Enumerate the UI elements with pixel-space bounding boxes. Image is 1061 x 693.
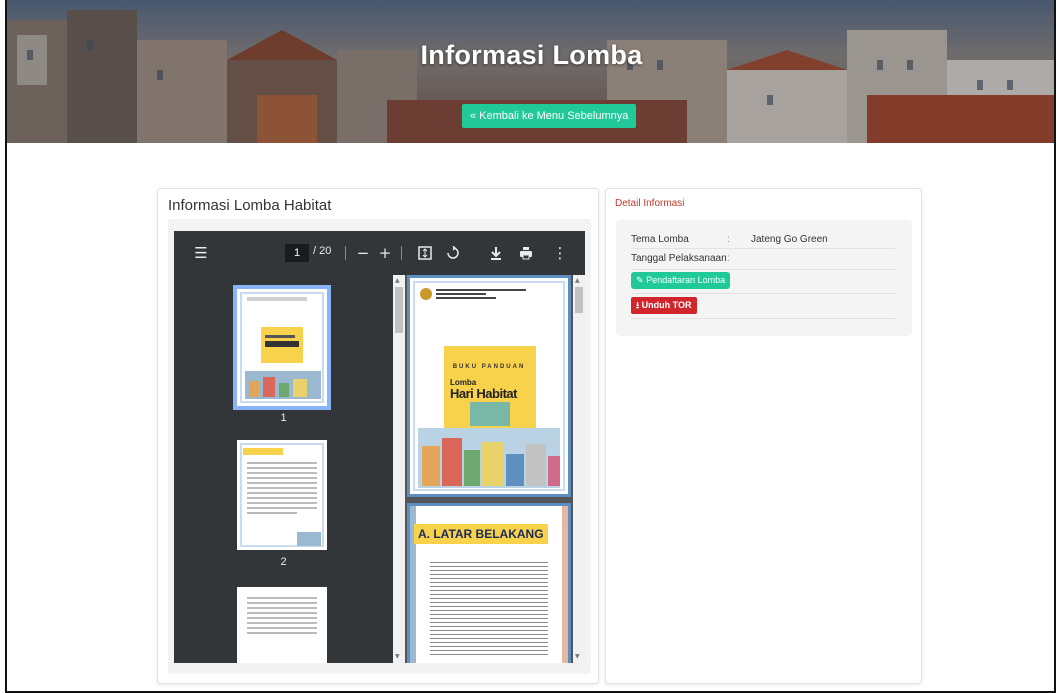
page-total: / 20	[313, 245, 332, 257]
row-colon: :	[727, 253, 730, 264]
page-number-input[interactable]: 1	[285, 244, 309, 262]
pencil-icon: ✎	[636, 275, 644, 285]
page-title: Informasi Lomba	[420, 40, 643, 70]
detail-info-card: Detail Informasi Tema Lomba : Jateng Go …	[605, 188, 922, 684]
pdf-page-1: BUKU PANDUAN Lomba Hari Habitat	[407, 275, 571, 497]
thumbnail-number: 1	[280, 412, 287, 424]
pdf-viewer-container: ☰ 1 / 20 − + ⋮ 1 2 ▲ ▼ BUKU PANDUAN Lomb…	[168, 219, 591, 674]
card-title: Informasi Lomba Habitat	[168, 197, 332, 214]
download-icon[interactable]	[486, 243, 506, 263]
fit-page-icon[interactable]	[415, 243, 435, 263]
detail-row-tema: Tema Lomba : Jateng Go Green	[631, 234, 895, 249]
row-label: Tema Lomba	[631, 234, 689, 245]
row-label: Tanggal Pelaksanaan	[631, 253, 727, 264]
row-value: Jateng Go Green	[751, 234, 828, 245]
pdf-page-2: A. LATAR BELAKANG	[407, 503, 571, 663]
pdf-page-area[interactable]: BUKU PANDUAN Lomba Hari Habitat A. LATAR…	[405, 275, 573, 663]
zoom-in-icon[interactable]: +	[375, 243, 395, 263]
thumbnail-page-3[interactable]	[237, 587, 327, 663]
download-button-label: Unduh TOR	[641, 300, 692, 310]
detail-title: Detail Informasi	[615, 198, 685, 209]
rotate-icon[interactable]	[443, 243, 463, 263]
thumbnail-number: 2	[280, 556, 287, 568]
pdf-viewer[interactable]: ☰ 1 / 20 − + ⋮ 1 2 ▲ ▼ BUKU PANDUAN Lomb…	[174, 231, 585, 663]
print-icon[interactable]	[516, 243, 536, 263]
thumbnail-scrollbar[interactable]: ▲ ▼	[393, 275, 405, 663]
menu-icon[interactable]: ☰	[191, 243, 211, 263]
zoom-out-icon[interactable]: −	[353, 243, 373, 263]
page-scrollbar[interactable]: ▲ ▼	[573, 275, 585, 663]
detail-box: Tema Lomba : Jateng Go Green Tanggal Pel…	[616, 220, 912, 336]
detail-row-tanggal: Tanggal Pelaksanaan :	[631, 253, 895, 268]
more-vert-icon[interactable]: ⋮	[550, 243, 570, 263]
download-icon: ⭳	[636, 300, 640, 310]
thumbnail-page-1[interactable]	[233, 285, 331, 410]
cover-hari-habitat: Hari Habitat	[450, 386, 517, 401]
register-button-label: Pendaftaran Lomba	[646, 275, 726, 285]
back-to-previous-menu-button[interactable]: « Kembali ke Menu Sebelumnya	[462, 104, 637, 128]
hero-banner: Informasi Lomba « Kembali ke Menu Sebelu…	[7, 0, 1054, 143]
download-tor-button[interactable]: ⭳ Unduh TOR	[631, 297, 697, 314]
register-competition-button[interactable]: ✎ Pendaftaran Lomba	[631, 272, 731, 289]
cover-buku-panduan: BUKU PANDUAN	[452, 364, 526, 370]
pdf-toolbar: ☰ 1 / 20 − + ⋮	[174, 231, 585, 275]
page-heading-latar-belakang: A. LATAR BELAKANG	[414, 524, 548, 544]
competition-info-card: Informasi Lomba Habitat ☰ 1 / 20 − + ⋮ 1…	[157, 188, 599, 684]
row-colon: :	[727, 234, 730, 245]
page-frame: Informasi Lomba « Kembali ke Menu Sebelu…	[5, 0, 1056, 693]
thumbnail-page-2[interactable]	[237, 440, 327, 550]
thumbnail-sidebar[interactable]: 1 2	[174, 275, 393, 663]
